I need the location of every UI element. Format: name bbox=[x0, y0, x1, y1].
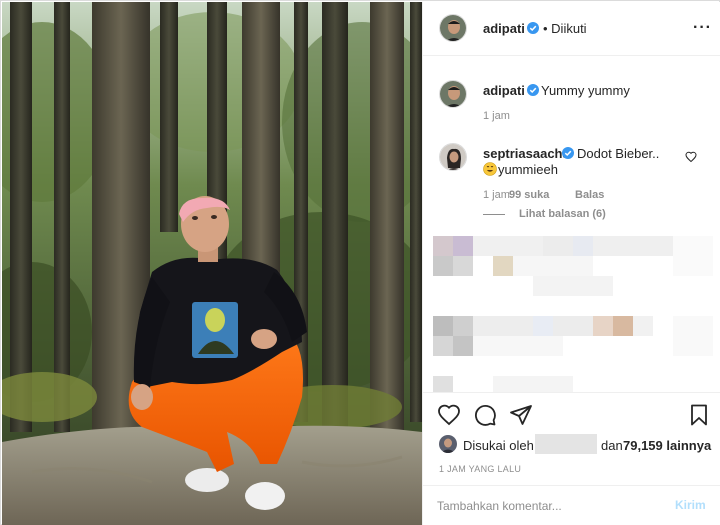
pixelated-comments bbox=[423, 232, 720, 392]
pixel-block bbox=[513, 256, 593, 276]
caption-text: Yummy yummy bbox=[541, 83, 630, 98]
author-avatar[interactable] bbox=[439, 14, 467, 42]
comment-timestamp: 1 jam bbox=[483, 189, 510, 201]
post-timestamp[interactable]: 1 JAM YANG LALU bbox=[439, 464, 521, 474]
post-details-panel: adipati • Diikuti ··· adipati Yummy yumm… bbox=[422, 2, 720, 525]
pixel-block bbox=[673, 236, 713, 276]
post-photo[interactable] bbox=[2, 2, 422, 525]
follow-status-label: Diikuti bbox=[551, 21, 587, 36]
pixel-block bbox=[493, 376, 573, 392]
pixel-block bbox=[473, 336, 563, 356]
comment-text: Dodot Bieber.. bbox=[577, 146, 660, 161]
pixel-block bbox=[433, 376, 453, 392]
liker-avatar[interactable] bbox=[439, 435, 457, 453]
author-username[interactable]: adipati bbox=[483, 21, 525, 36]
add-comment-input[interactable] bbox=[437, 496, 657, 516]
pixel-block bbox=[433, 256, 453, 276]
small-heart-icon[interactable] bbox=[685, 151, 697, 163]
smiling-emoji-icon bbox=[483, 162, 497, 176]
post-comment-button[interactable]: Kirim bbox=[675, 498, 706, 512]
heart-icon[interactable] bbox=[437, 403, 461, 427]
verified-badge-icon bbox=[527, 84, 539, 96]
forest-photo bbox=[2, 2, 422, 525]
pixel-block bbox=[453, 336, 473, 356]
pixel-block bbox=[453, 236, 473, 256]
commenter-avatar[interactable] bbox=[439, 143, 467, 171]
pixel-block bbox=[473, 236, 543, 256]
reply-button[interactable]: Balas bbox=[575, 189, 604, 201]
pixel-block bbox=[473, 316, 533, 336]
comment-icon[interactable] bbox=[473, 403, 497, 427]
pixel-block bbox=[453, 256, 473, 276]
commenter-username[interactable]: septriasaacha bbox=[483, 146, 570, 161]
post-dialog: adipati • Diikuti ··· adipati Yummy yumm… bbox=[0, 0, 720, 525]
pixel-block bbox=[673, 316, 713, 356]
caption-timestamp: 1 jam bbox=[483, 110, 510, 122]
more-options-icon[interactable]: ··· bbox=[693, 19, 712, 37]
pixel-block bbox=[553, 316, 593, 336]
share-icon[interactable] bbox=[509, 403, 533, 427]
liked-by-label: Disukai oleh bbox=[463, 438, 534, 453]
pixel-block bbox=[453, 316, 473, 336]
replies-divider bbox=[483, 214, 505, 215]
bookmark-icon[interactable] bbox=[687, 403, 711, 427]
comment-text-line2-label: yummieeh bbox=[498, 162, 558, 177]
pixel-block bbox=[613, 316, 633, 336]
liked-by-username-pixelated bbox=[535, 434, 597, 454]
view-replies-button[interactable]: Lihat balasan (6) bbox=[519, 208, 606, 220]
post-actions-section: Disukai oleh dan 79,159 lainnya 1 JAM YA… bbox=[423, 392, 720, 524]
follow-status[interactable]: • Diikuti bbox=[543, 21, 587, 36]
likes-count[interactable]: 79,159 lainnya bbox=[623, 438, 711, 453]
caption-author-avatar[interactable] bbox=[439, 80, 467, 108]
pixel-block bbox=[433, 336, 453, 356]
pixel-block bbox=[573, 236, 593, 256]
add-comment-bar: Kirim bbox=[423, 485, 720, 525]
verified-badge-icon bbox=[562, 147, 574, 159]
pixel-block bbox=[433, 236, 453, 256]
pixel-block bbox=[543, 236, 573, 256]
post-header: adipati • Diikuti ··· bbox=[423, 2, 720, 56]
caption-username[interactable]: adipati bbox=[483, 83, 525, 98]
pixel-block bbox=[533, 276, 613, 296]
pixel-block bbox=[433, 316, 453, 336]
pixel-block bbox=[633, 316, 653, 336]
pixel-block bbox=[533, 316, 553, 336]
likes-and-label: dan bbox=[601, 438, 623, 453]
pixel-block bbox=[593, 236, 673, 256]
pixel-block bbox=[593, 316, 613, 336]
comment-likes[interactable]: 99 suka bbox=[509, 189, 549, 201]
comment-text-line2: yummieeh bbox=[483, 162, 558, 177]
verified-badge-icon bbox=[527, 22, 539, 34]
pixel-block bbox=[493, 256, 513, 276]
